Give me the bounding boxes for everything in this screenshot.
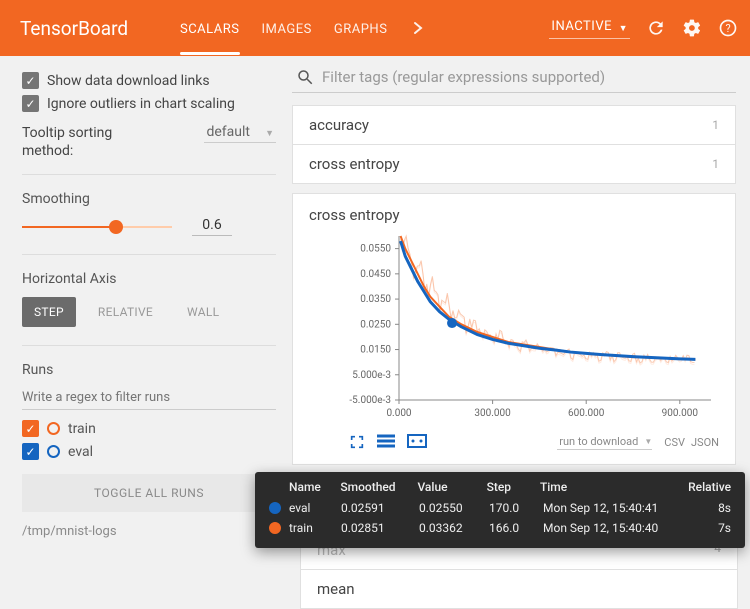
- svg-text:-5.000e-3: -5.000e-3: [349, 395, 391, 406]
- tab-graphs[interactable]: GRAPHS: [334, 4, 388, 53]
- tooltip-row-train: train 0.02851 0.03362 166.0 Mon Sep 12, …: [269, 518, 731, 538]
- axis-step-button[interactable]: STEP: [22, 297, 76, 327]
- app-header: TensorBoard SCALARS IMAGES GRAPHS INACTI…: [0, 0, 750, 56]
- tag-group-accuracy[interactable]: accuracy 1: [292, 105, 736, 145]
- tag-group-mean[interactable]: mean: [300, 569, 738, 609]
- sidebar: ✓ Show data download links ✓ Ignore outl…: [0, 56, 292, 609]
- chart-log-icon[interactable]: [377, 434, 395, 450]
- chart-title: cross entropy: [309, 206, 719, 224]
- checkbox-show-download-links[interactable]: ✓: [22, 72, 39, 89]
- help-icon[interactable]: ?: [718, 18, 738, 38]
- runs-filter-input[interactable]: [22, 388, 276, 410]
- run-name-eval: eval: [68, 444, 93, 460]
- tag-group-cross-entropy[interactable]: cross entropy 1: [292, 144, 736, 184]
- search-icon: [296, 68, 314, 86]
- tabs-more-chevron[interactable]: [409, 21, 427, 35]
- download-csv-link[interactable]: CSV: [664, 436, 685, 449]
- tab-images[interactable]: IMAGES: [262, 4, 312, 53]
- svg-text:5.000e-3: 5.000e-3: [352, 370, 391, 381]
- horizontal-axis-label: Horizontal Axis: [22, 271, 276, 287]
- download-json-link[interactable]: JSON: [691, 436, 719, 449]
- tab-scalars[interactable]: SCALARS: [180, 4, 240, 53]
- logo: TensorBoard: [20, 17, 180, 40]
- dropdown-triangle-icon: ▼: [265, 128, 274, 139]
- axis-relative-button[interactable]: RELATIVE: [86, 297, 165, 327]
- label-ignore-outliers: Ignore outliers in chart scaling: [47, 96, 235, 112]
- refresh-icon[interactable]: [646, 18, 666, 38]
- tooltip-row-eval: eval 0.02591 0.02550 170.0 Mon Sep 12, 1…: [269, 498, 731, 518]
- smoothing-slider[interactable]: [22, 219, 172, 235]
- toggle-all-runs-button[interactable]: TOGGLE ALL RUNS: [22, 474, 276, 512]
- run-checkbox-train[interactable]: ✓: [22, 420, 39, 437]
- tooltip-sort-label: Tooltip sorting method:: [22, 124, 142, 160]
- run-swatch-train: [47, 422, 60, 435]
- chart-expand-icon[interactable]: [349, 434, 365, 450]
- chart-card-cross-entropy: cross entropy -5.000e-3 5.000e-3 0.0150 0.0…: [292, 193, 736, 465]
- header-tabs: SCALARS IMAGES GRAPHS: [180, 4, 427, 53]
- run-name-train: train: [68, 421, 96, 437]
- tag-filter-input[interactable]: [322, 68, 732, 86]
- svg-text:600.000: 600.000: [568, 408, 605, 419]
- svg-text:0.000: 0.000: [386, 408, 411, 419]
- inactive-plugins-select[interactable]: INACTIVE▼: [549, 17, 630, 39]
- svg-text:0.0350: 0.0350: [360, 294, 391, 305]
- smoothing-label: Smoothing: [22, 191, 276, 207]
- svg-text:300.000: 300.000: [474, 408, 511, 419]
- run-checkbox-eval[interactable]: ✓: [22, 443, 39, 460]
- checkbox-ignore-outliers[interactable]: ✓: [22, 95, 39, 112]
- axis-wall-button[interactable]: WALL: [175, 297, 231, 327]
- svg-text:?: ?: [725, 22, 730, 35]
- run-to-download-select[interactable]: run to download▼: [557, 435, 652, 450]
- tooltip-sort-select[interactable]: default▼: [204, 124, 276, 143]
- svg-text:0.0250: 0.0250: [360, 319, 391, 330]
- svg-text:0.0550: 0.0550: [360, 244, 391, 255]
- svg-text:0.0450: 0.0450: [360, 269, 391, 280]
- chart-tooltip: Name Smoothed Value Step Time Relative e…: [255, 472, 745, 548]
- chart-fit-icon[interactable]: [407, 434, 427, 450]
- chart-plot[interactable]: -5.000e-3 5.000e-3 0.0150 0.0250 0.0350 0.045…: [329, 228, 719, 428]
- svg-text:0.0150: 0.0150: [360, 345, 391, 356]
- label-show-download-links: Show data download links: [47, 73, 210, 89]
- smoothing-value-input[interactable]: 0.6: [192, 217, 232, 236]
- runs-label: Runs: [22, 362, 276, 378]
- run-swatch-eval: [47, 445, 60, 458]
- svg-text:900.000: 900.000: [662, 408, 699, 419]
- dropdown-triangle-icon: ▼: [619, 23, 628, 34]
- settings-gear-icon[interactable]: [682, 18, 702, 38]
- logdir-path: /tmp/mnist-logs: [22, 524, 276, 539]
